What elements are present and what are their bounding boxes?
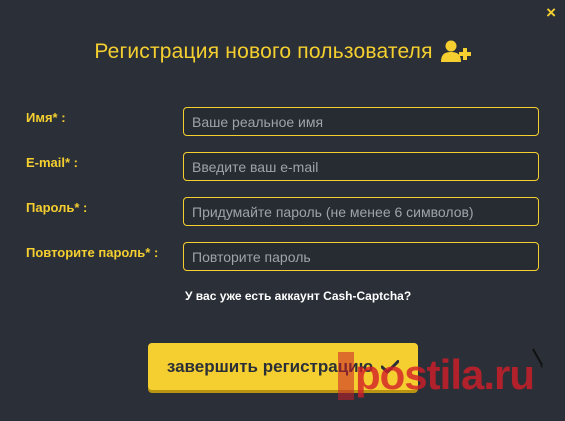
existing-account-link[interactable]: У вас уже есть аккаунт Cash-Captcha? [185,289,411,303]
password-input[interactable] [192,198,530,225]
modal-header: Регистрация нового пользователя [0,40,565,64]
name-label: Имя* : [26,110,66,125]
password-label: Пароль* : [26,200,88,215]
email-label: E-mail* : [26,155,79,170]
email-field[interactable] [183,152,539,181]
password-field[interactable] [183,197,539,226]
repeat-password-label: Повторите пароль* : [26,245,159,260]
watermark-text: postila.ru [355,351,535,398]
registration-modal: × Регистрация нового пользователя Имя* :… [0,0,565,421]
watermark: postila.ru [338,350,535,400]
name-input[interactable] [192,108,530,135]
watermark-logo-icon [338,352,354,400]
repeat-password-input[interactable] [192,243,530,270]
page-title: Регистрация нового пользователя [94,40,433,63]
repeat-password-field[interactable] [183,242,539,271]
email-input[interactable] [192,153,530,180]
user-add-icon [440,40,471,64]
name-field[interactable] [183,107,539,136]
close-button[interactable]: × [546,4,556,21]
